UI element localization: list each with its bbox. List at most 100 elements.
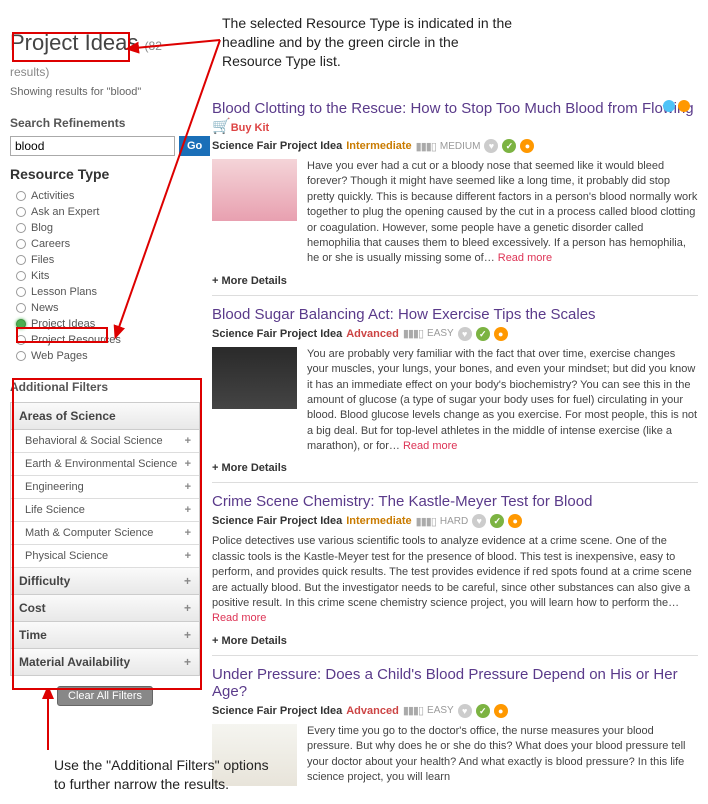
result-description: Have you ever had a cut or a bloody nose… (307, 159, 698, 267)
result-description: You are probably very familiar with the … (307, 347, 698, 455)
annotation-top: The selected Resource Type is indicated … (222, 14, 632, 71)
resource-type-item[interactable]: News (16, 300, 200, 316)
share-icon-1[interactable] (663, 100, 675, 112)
resource-type-item[interactable]: Blog (16, 220, 200, 236)
expand-icon: + (185, 527, 191, 539)
filter-group-header[interactable]: Material Availability+ (11, 649, 199, 676)
resource-type-list: Activities Ask an Expert Blog Careers Files K… (10, 188, 200, 364)
badge-icon: ✓ (502, 139, 516, 153)
result-meta: Science Fair Project Idea Advanced ▮▮▮▯ … (212, 327, 698, 341)
result-item: Blood Sugar Balancing Act: How Exercise … (212, 295, 698, 483)
radio-icon (16, 239, 26, 249)
result-meta: Science Fair Project Idea Advanced ▮▮▮▯ … (212, 704, 698, 718)
expand-icon: + (184, 601, 191, 615)
read-more-link[interactable]: Read more (212, 612, 266, 624)
cart-icon: 🛒 (212, 118, 231, 135)
result-title[interactable]: Under Pressure: Does a Child's Blood Pre… (212, 666, 698, 700)
filter-group-header[interactable]: Difficulty+ (11, 568, 199, 595)
resource-type-label: Web Pages (31, 350, 88, 362)
filter-group-header[interactable]: Cost+ (11, 595, 199, 622)
resource-type-label: Ask an Expert (31, 206, 99, 218)
badge-icon: ● (494, 327, 508, 341)
resource-type-label: Files (31, 254, 54, 266)
badge-icon: ✓ (490, 514, 504, 528)
resource-type-item[interactable]: Project Resources (16, 332, 200, 348)
resource-type-item[interactable]: Project Ideas (16, 316, 200, 332)
difficulty-bars-icon: ▮▮▮▯ (403, 704, 423, 717)
filters-panel: Areas of Science Behavioral & Social Sci… (10, 402, 200, 676)
result-title[interactable]: Blood Clotting to the Rescue: How to Sto… (212, 100, 698, 135)
read-more-link[interactable]: Read more (403, 440, 457, 452)
go-button[interactable]: Go (179, 136, 210, 156)
resource-type-label: Lesson Plans (31, 286, 97, 298)
filter-area-item[interactable]: Engineering+ (11, 476, 199, 499)
more-details-toggle[interactable]: + More Details (212, 275, 698, 287)
filter-area-item[interactable]: Behavioral & Social Science+ (11, 430, 199, 453)
result-thumbnail (212, 159, 297, 221)
read-more-link[interactable]: Read more (498, 252, 552, 264)
result-title[interactable]: Blood Sugar Balancing Act: How Exercise … (212, 306, 698, 323)
result-item: Blood Clotting to the Rescue: How to Sto… (212, 90, 698, 295)
resource-type-item[interactable]: Ask an Expert (16, 204, 200, 220)
radio-icon (16, 351, 26, 361)
results-main: Blood Clotting to the Rescue: How to Sto… (212, 10, 698, 794)
resource-type-label: Project Resources (31, 334, 121, 346)
resource-type-item[interactable]: Web Pages (16, 348, 200, 364)
clear-filters-button[interactable]: Clear All Filters (57, 686, 153, 706)
favorite-icon[interactable]: ♥ (484, 139, 498, 153)
radio-icon (16, 255, 26, 265)
resource-type-heading: Resource Type (10, 166, 200, 182)
badge-icon: ✓ (476, 704, 490, 718)
badge-icon: ● (494, 704, 508, 718)
resource-type-item[interactable]: Careers (16, 236, 200, 252)
resource-type-item[interactable]: Activities (16, 188, 200, 204)
sidebar: Project Ideas (82 results) Showing resul… (10, 10, 200, 794)
more-details-toggle[interactable]: + More Details (212, 635, 698, 647)
badge-icon: ● (508, 514, 522, 528)
difficulty-bars-icon: ▮▮▮▯ (416, 140, 436, 153)
filter-area-item[interactable]: Earth & Environmental Science+ (11, 453, 199, 476)
badge-icon: ✓ (476, 327, 490, 341)
showing-text: Showing results for "blood" (10, 86, 200, 98)
additional-filters-heading: Additional Filters (10, 380, 200, 394)
expand-icon: + (185, 504, 191, 516)
radio-icon (16, 303, 26, 313)
favorite-icon[interactable]: ♥ (458, 704, 472, 718)
radio-icon (16, 223, 26, 233)
expand-icon: + (185, 458, 191, 470)
resource-type-label: Project Ideas (31, 318, 95, 330)
result-meta: Science Fair Project Idea Intermediate ▮… (212, 514, 698, 528)
expand-icon: + (185, 435, 191, 447)
buy-kit-link[interactable]: Buy Kit (231, 122, 270, 134)
filter-area-item[interactable]: Physical Science+ (11, 545, 199, 568)
more-details-toggle[interactable]: + More Details (212, 462, 698, 474)
filter-areas-header[interactable]: Areas of Science (11, 403, 199, 430)
search-refinements-heading: Search Refinements (10, 116, 200, 130)
result-item: Crime Scene Chemistry: The Kastle-Meyer … (212, 482, 698, 654)
resource-type-item[interactable]: Kits (16, 268, 200, 284)
expand-icon: + (185, 481, 191, 493)
radio-icon (16, 319, 26, 329)
result-title[interactable]: Crime Scene Chemistry: The Kastle-Meyer … (212, 493, 698, 510)
filter-group-header[interactable]: Time+ (11, 622, 199, 649)
radio-icon (16, 287, 26, 297)
page-title: Project Ideas (82 results) (10, 30, 200, 82)
radio-icon (16, 335, 26, 345)
radio-icon (16, 191, 26, 201)
expand-icon: + (184, 574, 191, 588)
resource-type-item[interactable]: Files (16, 252, 200, 268)
radio-icon (16, 207, 26, 217)
radio-icon (16, 271, 26, 281)
search-input[interactable] (10, 136, 175, 156)
resource-type-item[interactable]: Lesson Plans (16, 284, 200, 300)
resource-type-label: Careers (31, 238, 70, 250)
result-meta: Science Fair Project Idea Intermediate ▮… (212, 139, 698, 153)
favorite-icon[interactable]: ♥ (458, 327, 472, 341)
result-description: Police detectives use various scientific… (212, 534, 698, 626)
filter-area-item[interactable]: Math & Computer Science+ (11, 522, 199, 545)
favorite-icon[interactable]: ♥ (472, 514, 486, 528)
result-thumbnail (212, 347, 297, 409)
result-description: Every time you go to the doctor's office… (307, 724, 698, 786)
share-icon-2[interactable] (678, 100, 690, 112)
filter-area-item[interactable]: Life Science+ (11, 499, 199, 522)
